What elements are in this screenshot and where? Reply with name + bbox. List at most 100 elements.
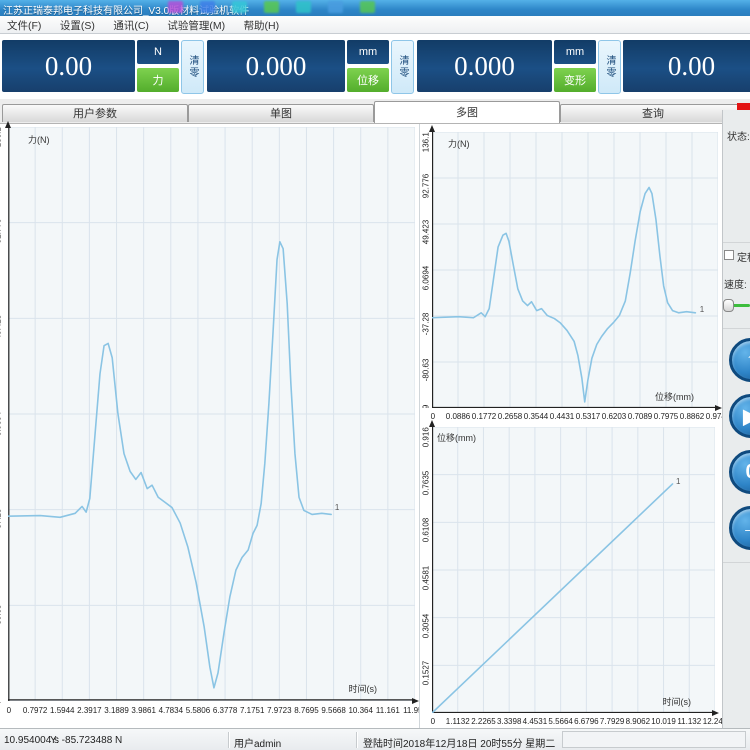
displacement-time-y-ticks: 0.91620.76350.61080.45810.30540.15270 xyxy=(420,427,432,713)
x-axis-arrow-icon xyxy=(715,405,722,411)
x-tick-label: 0.9748 xyxy=(706,412,722,421)
speed-slider-thumb[interactable] xyxy=(723,299,734,312)
y-tick-label: 49.423 xyxy=(0,315,3,339)
deformation-unit-column: mm 变形 xyxy=(554,40,596,92)
x-tick-label: 10.019 xyxy=(651,717,675,726)
menu-item-comm[interactable]: 通讯(C) xyxy=(106,16,156,33)
tab-multi-chart[interactable]: 多图 xyxy=(374,101,560,123)
x-tick-label: 0.7089 xyxy=(628,412,652,421)
x-tick-label: 6.3778 xyxy=(213,706,237,715)
x-tick-label: 8.9062 xyxy=(626,717,650,726)
x-tick-label: 10.364 xyxy=(348,706,372,715)
y-tick-label: 92.776 xyxy=(0,219,3,243)
status-label: 状态: xyxy=(727,128,750,143)
x-axis-label: 位移(mm) xyxy=(655,390,694,403)
display-row: 0.00 N 力 清零 0.000 mm 位移 清零 0.000 mm 变形 清… xyxy=(0,34,750,103)
x-tick-label: 0.3544 xyxy=(524,412,548,421)
deformation-value-display: 0.000 xyxy=(417,40,552,92)
x-tick-label: 6.6796 xyxy=(574,717,598,726)
deformation-unit: mm xyxy=(554,40,596,64)
tab-single-chart[interactable]: 单图 xyxy=(188,104,374,122)
titlebar-decor-icon xyxy=(328,1,343,13)
x-tick-label: 7.9723 xyxy=(267,706,291,715)
x-tick-label: 2.3917 xyxy=(77,706,101,715)
chart-title: 力(N) xyxy=(28,133,50,146)
force-time-y-ticks: 136.1392.77649.4236.0694-37.28-80.63-123… xyxy=(0,127,8,704)
titlebar-decor-icon xyxy=(168,1,183,13)
force-displacement-y-ticks: 136.1392.77649.4236.0694-37.28-80.63-123… xyxy=(420,132,432,408)
x-tick-label: 4.7834 xyxy=(159,706,183,715)
x-tick-label: 5.5806 xyxy=(186,706,210,715)
x-tick-label: 7.1751 xyxy=(240,706,264,715)
menu-item-file[interactable]: 文件(F) xyxy=(0,16,48,33)
force-time-x-ticks: 00.79721.59442.39173.18893.98614.78345.5… xyxy=(0,703,420,725)
force-clear-button[interactable]: 清零 xyxy=(181,40,204,94)
y-tick-label: 0.7635 xyxy=(422,470,431,494)
chart-title: 力(N) xyxy=(448,137,470,150)
x-tick-label: 11.161 xyxy=(376,706,400,715)
y-tick-label: 92.776 xyxy=(422,174,431,198)
menu-item-settings[interactable]: 设置(S) xyxy=(53,16,102,33)
deformation-clear-button[interactable]: 清零 xyxy=(598,40,621,94)
y-tick-label: 0.3054 xyxy=(422,613,431,637)
zero-icon: 0 xyxy=(745,461,750,484)
tab-bar: 用户参数 单图 多图 查询 xyxy=(0,99,750,123)
return-arrow-icon: → xyxy=(741,517,750,540)
displacement-value-display: 0.000 xyxy=(207,40,345,92)
titlebar: 江苏正瑞泰邦电子科技有限公司_V3.0版材料试验机软件 xyxy=(0,0,750,16)
x-tick-label: 5.5664 xyxy=(548,717,572,726)
x-axis-arrow-icon xyxy=(412,698,419,704)
y-tick-label: -37.28 xyxy=(422,313,431,336)
tab-user-parameters[interactable]: 用户参数 xyxy=(2,104,188,122)
sidebar-divider xyxy=(723,328,750,329)
x-tick-label: 11.958 xyxy=(403,706,420,715)
x-tick-label: 3.3398 xyxy=(497,717,521,726)
x-tick-label: 12.245 xyxy=(703,717,722,726)
x-tick-label: 0.6203 xyxy=(602,412,626,421)
y-tick-label: 6.0694 xyxy=(0,411,3,435)
menu-item-test-manage[interactable]: 试验管理(M) xyxy=(160,16,232,33)
displacement-time-plot: 位移(mm) 时间(s) 1 xyxy=(432,427,715,713)
titlebar-decor-icon xyxy=(264,1,279,13)
menu-item-help[interactable]: 帮助(H) xyxy=(237,16,287,33)
x-tick-label: 0.8862 xyxy=(680,412,704,421)
displacement-clear-button[interactable]: 清零 xyxy=(391,40,414,94)
status-divider xyxy=(228,732,229,748)
y-tick-label: 0.1527 xyxy=(422,661,431,685)
deformation-label: 变形 xyxy=(554,68,596,92)
series-label: 1 xyxy=(335,503,339,512)
force-unit-column: N 力 xyxy=(137,40,179,92)
status-y-value: Y: -85.723488 N xyxy=(50,735,122,746)
y-tick-label: -37.28 xyxy=(0,508,3,531)
displacement-unit: mm xyxy=(347,40,389,64)
x-tick-label: 8.7695 xyxy=(294,706,318,715)
fixed-move-checkbox[interactable] xyxy=(724,250,734,260)
x-tick-label: 9.5668 xyxy=(321,706,345,715)
x-axis-arrow-icon xyxy=(712,710,719,716)
y-tick-label: 0.4581 xyxy=(422,566,431,590)
x-tick-label: 4.4531 xyxy=(523,717,547,726)
stop-indicator xyxy=(737,103,750,110)
x-tick-label: 1.1132 xyxy=(446,717,470,726)
x-tick-label: 0.7975 xyxy=(654,412,678,421)
status-user: 用户admin xyxy=(234,735,281,750)
y-tick-label: -80.63 xyxy=(422,359,431,382)
y-tick-label: 0.9162 xyxy=(422,427,431,447)
y-tick-label: 6.0694 xyxy=(422,266,431,290)
tab-query[interactable]: 查询 xyxy=(560,104,746,122)
force-label: 力 xyxy=(137,68,179,92)
y-tick-label: -123.9 xyxy=(422,405,431,408)
app-window: 江苏正瑞泰邦电子科技有限公司_V3.0版材料试验机软件 文件(F) 设置(S) … xyxy=(0,0,750,750)
y-tick-label: 136.13 xyxy=(0,127,3,147)
y-axis-arrow-icon xyxy=(429,420,435,427)
y-tick-label: 49.423 xyxy=(422,220,431,244)
chart-title: 位移(mm) xyxy=(437,431,476,444)
y-tick-label: 0.6108 xyxy=(422,518,431,542)
x-tick-label: 0 xyxy=(7,706,11,715)
up-arrow-icon: ↑ xyxy=(746,349,750,372)
force-displacement-plot: 力(N) 位移(mm) 1 xyxy=(432,132,718,408)
displacement-label: 位移 xyxy=(347,68,389,92)
displacement-time-x-ticks: 01.11322.22653.33984.45315.56646.67967.7… xyxy=(424,714,722,729)
x-tick-label: 3.9861 xyxy=(131,706,155,715)
force-unit: N xyxy=(137,40,179,64)
